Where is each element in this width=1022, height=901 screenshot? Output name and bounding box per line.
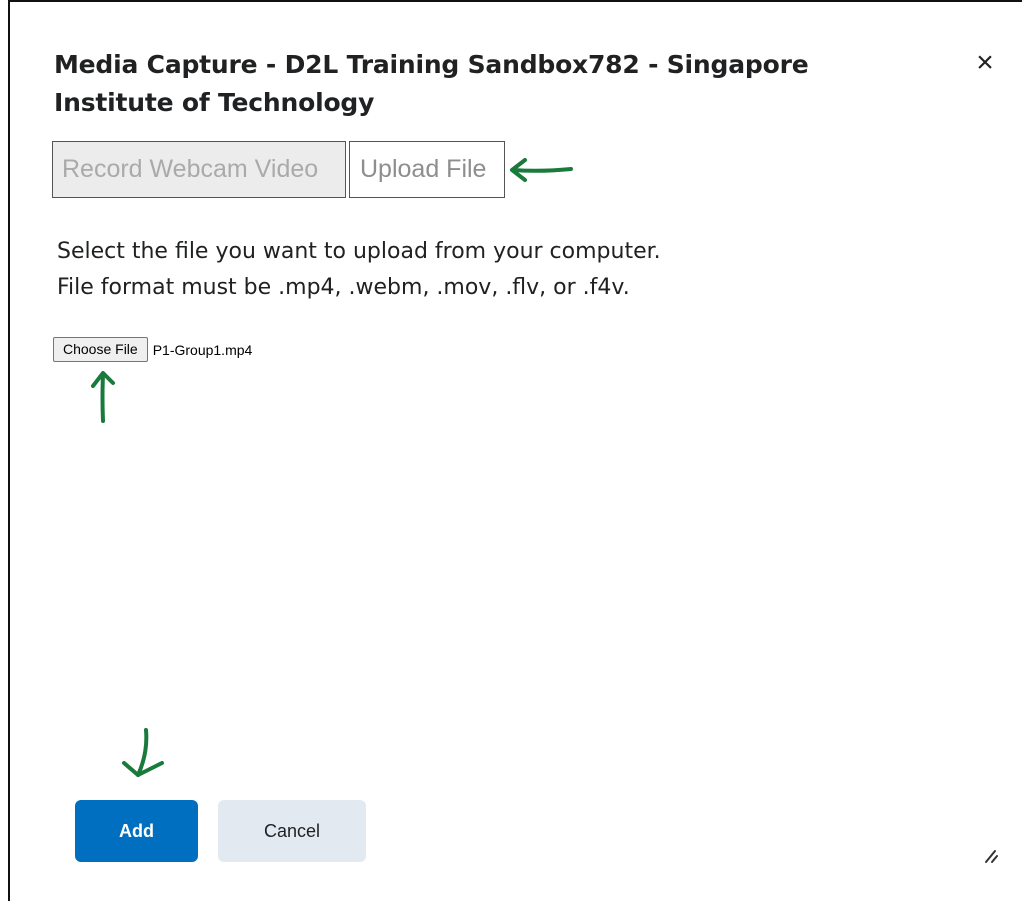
cancel-button[interactable]: Cancel [218,800,366,862]
tab-upload-file[interactable]: Upload File [349,141,505,198]
arrow-down-icon [122,728,164,777]
choose-file-button[interactable]: Choose File [53,337,148,362]
selected-file-name: P1-Group1.mp4 [152,341,253,358]
instruction-line-2: File format must be .mp4, .webm, .mov, .… [57,275,630,300]
instruction-line-1: Select the file you want to upload from … [57,239,661,264]
upload-instructions: Select the file you want to upload from … [57,234,661,306]
arrow-up-icon [91,371,115,423]
file-input: Choose File P1-Group1.mp4 [53,337,252,362]
close-icon[interactable]: × [970,48,1000,78]
arrow-left-icon [510,158,573,182]
resize-grip-icon[interactable] [980,845,1000,865]
add-button[interactable]: Add [75,800,198,862]
dialog-title: Media Capture - D2L Training Sandbox782 … [54,50,809,117]
tab-record-webcam-video[interactable]: Record Webcam Video [52,141,346,198]
capture-mode-tabs: Record Webcam Video Upload File [52,141,505,198]
